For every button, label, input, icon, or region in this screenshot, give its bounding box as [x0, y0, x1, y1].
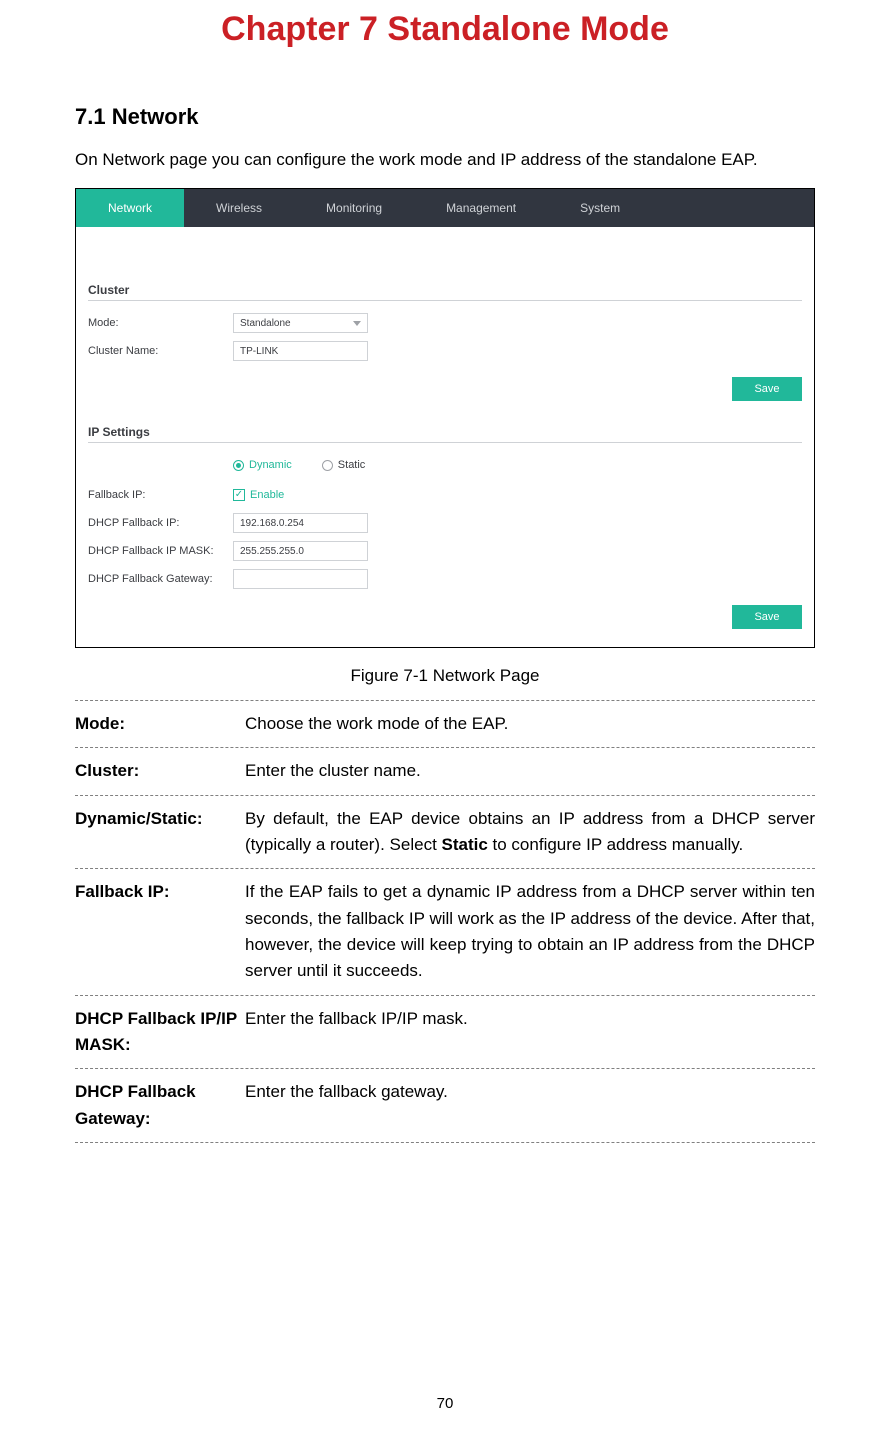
- page-number: 70: [0, 1395, 890, 1412]
- cluster-panel-title: Cluster: [88, 277, 802, 300]
- cluster-name-value: TP-LINK: [240, 346, 278, 357]
- definition-term: DHCP Fallback IP/IP MASK:: [75, 1006, 245, 1059]
- definition-desc: Enter the fallback IP/IP mask.: [245, 1006, 815, 1059]
- dhcp-fallback-gw-input[interactable]: [233, 569, 368, 589]
- figure-caption: Figure 7-1 Network Page: [75, 648, 815, 700]
- dhcp-fallback-ip-value: 192.168.0.254: [240, 518, 304, 529]
- ip-settings-title: IP Settings: [88, 419, 802, 442]
- definition-desc: Enter the fallback gateway.: [245, 1079, 815, 1132]
- definition-term: Cluster:: [75, 758, 245, 784]
- divider: [88, 442, 802, 443]
- definition-desc: Choose the work mode of the EAP.: [245, 711, 815, 737]
- definition-row: Dynamic/Static: By default, the EAP devi…: [75, 795, 815, 869]
- definition-term: Fallback IP:: [75, 879, 245, 984]
- fallback-enable-checkbox[interactable]: ✓ Enable: [233, 489, 284, 501]
- definition-row: Mode: Choose the work mode of the EAP.: [75, 700, 815, 747]
- screenshot-box: Network Wireless Monitoring Management S…: [75, 188, 815, 648]
- tab-network[interactable]: Network: [76, 189, 184, 227]
- radio-static-label: Static: [338, 459, 366, 471]
- definition-row: Fallback IP: If the EAP fails to get a d…: [75, 868, 815, 994]
- definition-desc: By default, the EAP device obtains an IP…: [245, 806, 815, 859]
- dhcp-fallback-ip-input[interactable]: 192.168.0.254: [233, 513, 368, 533]
- cluster-name-label: Cluster Name:: [88, 345, 233, 357]
- radio-icon: [322, 460, 333, 471]
- definition-row: DHCP Fallback Gateway: Enter the fallbac…: [75, 1068, 815, 1143]
- radio-icon: [233, 460, 244, 471]
- dhcp-fallback-mask-label: DHCP Fallback IP MASK:: [88, 545, 233, 557]
- checkbox-icon: ✓: [233, 489, 245, 501]
- chevron-down-icon: [353, 321, 361, 326]
- definition-term: DHCP Fallback Gateway:: [75, 1079, 245, 1132]
- section-heading: 7.1 Network: [75, 104, 815, 150]
- dhcp-fallback-mask-value: 255.255.255.0: [240, 546, 304, 557]
- definition-term: Dynamic/Static:: [75, 806, 245, 859]
- ip-settings-panel: IP Settings Dynamic Static Fallback IP: …: [76, 419, 814, 647]
- tab-system[interactable]: System: [548, 189, 652, 227]
- cluster-panel: Cluster Mode: Standalone Cluster Name: T…: [76, 277, 814, 419]
- fallback-ip-label: Fallback IP:: [88, 489, 233, 501]
- radio-dynamic[interactable]: Dynamic: [233, 459, 292, 471]
- definition-term: Mode:: [75, 711, 245, 737]
- mode-value: Standalone: [240, 318, 291, 329]
- definition-desc: If the EAP fails to get a dynamic IP add…: [245, 879, 815, 984]
- chapter-title: Chapter 7 Standalone Mode: [75, 0, 815, 104]
- intro-paragraph: On Network page you can configure the wo…: [75, 150, 815, 188]
- radio-static[interactable]: Static: [322, 459, 366, 471]
- save-button[interactable]: Save: [732, 605, 802, 629]
- save-button[interactable]: Save: [732, 377, 802, 401]
- cluster-name-input[interactable]: TP-LINK: [233, 341, 368, 361]
- tab-management[interactable]: Management: [414, 189, 548, 227]
- fallback-enable-label: Enable: [250, 489, 284, 501]
- definition-desc: Enter the cluster name.: [245, 758, 815, 784]
- definition-row: Cluster: Enter the cluster name.: [75, 747, 815, 794]
- mode-label: Mode:: [88, 317, 233, 329]
- definition-row: DHCP Fallback IP/IP MASK: Enter the fall…: [75, 995, 815, 1069]
- dhcp-fallback-gw-label: DHCP Fallback Gateway:: [88, 573, 233, 585]
- mode-select[interactable]: Standalone: [233, 313, 368, 333]
- divider: [88, 300, 802, 301]
- radio-dynamic-label: Dynamic: [249, 459, 292, 471]
- dhcp-fallback-ip-label: DHCP Fallback IP:: [88, 517, 233, 529]
- tab-monitoring[interactable]: Monitoring: [294, 189, 414, 227]
- tab-wireless[interactable]: Wireless: [184, 189, 294, 227]
- dhcp-fallback-mask-input[interactable]: 255.255.255.0: [233, 541, 368, 561]
- nav-bar: Network Wireless Monitoring Management S…: [76, 189, 814, 227]
